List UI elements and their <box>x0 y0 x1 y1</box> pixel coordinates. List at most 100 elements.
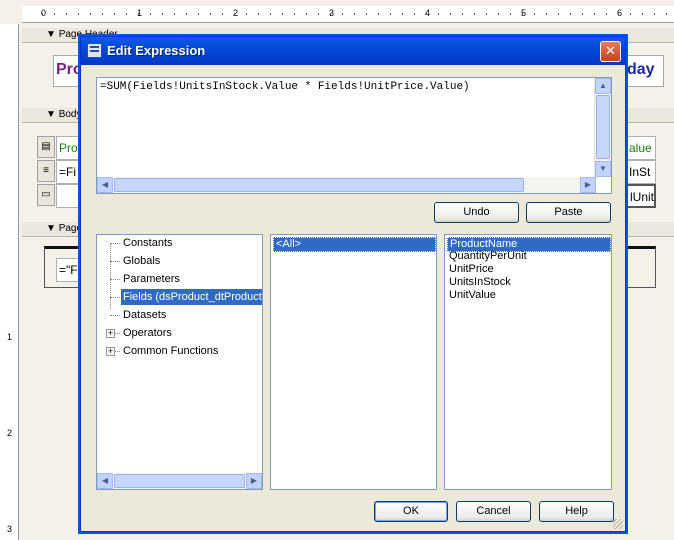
ruler-tick <box>534 13 535 15</box>
expression-horizontal-scrollbar[interactable]: ◀ ▶ <box>97 177 596 193</box>
ruler-tick <box>186 13 187 15</box>
close-button[interactable]: ✕ <box>600 41 621 62</box>
table-cell[interactable]: =Fi <box>56 160 82 184</box>
footer-textbox[interactable]: ="F <box>56 258 82 282</box>
dialog-app-icon <box>87 43 102 58</box>
table-cell[interactable]: alue <box>626 136 656 160</box>
ok-button[interactable]: OK <box>374 501 448 522</box>
tree-item-constants[interactable]: Constants <box>97 235 262 251</box>
ruler-tick <box>462 13 463 15</box>
expression-vertical-scrollbar[interactable]: ▲ ▼ <box>594 78 611 177</box>
ruler-tick <box>90 13 91 15</box>
band-arrow-icon: ▼ <box>46 109 56 120</box>
scroll-thumb[interactable] <box>596 95 610 159</box>
ruler-number: 2 <box>7 428 13 438</box>
list-item-all[interactable]: <All> <box>273 237 436 252</box>
scroll-thumb[interactable] <box>114 178 524 192</box>
arrow-left-icon: ◀ <box>101 476 109 485</box>
tree-item-datasets[interactable]: Datasets <box>97 307 262 323</box>
table-row-handle-header[interactable]: ▤ <box>37 136 55 158</box>
expand-plus-icon[interactable]: + <box>106 329 115 338</box>
table-cell-text: Pro <box>59 141 78 155</box>
arrow-right-icon: ▶ <box>584 180 592 189</box>
table-cell-text: alue <box>629 141 652 155</box>
ruler-tick <box>78 13 79 15</box>
ruler-tick <box>582 13 583 15</box>
list-item-unitsinstock[interactable]: UnitsInStock <box>447 276 513 289</box>
tree-item-parameters[interactable]: Parameters <box>97 271 262 287</box>
tree-item-label: Parameters <box>123 273 180 285</box>
scroll-right-button[interactable]: ▶ <box>246 473 262 489</box>
table-cell-text: lUnit <box>630 190 655 204</box>
tree-horizontal-scrollbar[interactable]: ◀ ▶ <box>97 473 262 489</box>
expression-text[interactable]: =SUM(Fields!UnitsInStock.Value * Fields!… <box>100 81 470 93</box>
subcategory-list[interactable]: <All> <box>270 234 437 490</box>
ruler-tick <box>54 13 55 15</box>
horizontal-ruler: 0 1 2 3 4 5 6 <box>22 6 674 23</box>
ruler-tick <box>114 13 115 15</box>
tree-item-globals[interactable]: Globals <box>97 253 262 269</box>
ruler-tick <box>282 13 283 15</box>
tree-item-label: Common Functions <box>123 345 219 357</box>
ruler-tick <box>642 13 643 15</box>
arrow-left-icon: ◀ <box>101 180 109 189</box>
ruler-tick <box>270 13 271 15</box>
ruler-tick <box>402 13 403 15</box>
scroll-left-button[interactable]: ◀ <box>97 473 113 489</box>
ruler-tick <box>222 13 223 15</box>
list-item-unitvalue[interactable]: UnitValue <box>447 289 498 302</box>
help-button[interactable]: Help <box>539 501 614 522</box>
field-list[interactable]: ProductName QuantityPerUnit UnitPrice Un… <box>444 234 612 490</box>
band-arrow-icon: ▼ <box>46 223 56 234</box>
tree-item-operators[interactable]: + Operators <box>97 325 262 341</box>
table-row-handle-footer[interactable]: ▭ <box>37 184 55 206</box>
ruler-tick <box>498 13 499 15</box>
resize-grip-icon[interactable] <box>613 519 623 529</box>
ruler-tick <box>654 13 655 15</box>
scroll-down-button[interactable]: ▼ <box>595 161 611 177</box>
ruler-tick <box>486 13 487 15</box>
close-icon: ✕ <box>605 43 616 58</box>
row-detail-icon: ≡ <box>43 165 49 176</box>
ruler-tick <box>378 13 379 15</box>
table-cell[interactable]: InSt <box>626 160 656 184</box>
dialog-title: Edit Expression <box>107 43 206 58</box>
list-item-unitprice[interactable]: UnitPrice <box>447 263 496 276</box>
undo-button[interactable]: Undo <box>434 202 519 223</box>
ruler-tick <box>174 13 175 15</box>
band-label: Body <box>58 109 82 120</box>
ruler-number: 1 <box>7 332 13 342</box>
header-textbox-right[interactable]: day <box>626 55 664 87</box>
ruler-tick <box>366 13 367 15</box>
scroll-thumb[interactable] <box>114 474 245 488</box>
expression-editor[interactable]: =SUM(Fields!UnitsInStock.Value * Fields!… <box>96 77 612 194</box>
ruler-tick <box>318 13 319 15</box>
ruler-tick <box>666 13 667 15</box>
ruler-tick <box>618 13 619 15</box>
cancel-button[interactable]: Cancel <box>456 501 531 522</box>
list-item-quantityperunit[interactable]: QuantityPerUnit <box>447 250 529 263</box>
row-footer-icon: ▭ <box>41 189 51 200</box>
table-cell[interactable]: Pro <box>56 136 82 160</box>
tree-item-label: Globals <box>123 255 161 267</box>
tree-item-fields[interactable]: Fields (dsProduct_dtProductL <box>97 289 262 305</box>
table-row-handle-detail[interactable]: ≡ <box>37 160 55 182</box>
ruler-tick <box>234 13 235 15</box>
ruler-tick <box>546 13 547 15</box>
tree-item-common-functions[interactable]: + Common Functions <box>97 343 262 359</box>
ruler-tick <box>438 13 439 15</box>
category-tree[interactable]: Constants Globals Parameters Fields (dsP… <box>96 234 263 490</box>
scroll-up-button[interactable]: ▲ <box>595 78 611 94</box>
ruler-tick <box>102 13 103 15</box>
ruler-tick <box>162 13 163 15</box>
expand-plus-icon[interactable]: + <box>106 347 115 356</box>
scroll-right-button[interactable]: ▶ <box>580 177 596 193</box>
table-cell-selected[interactable]: lUnit <box>626 184 656 208</box>
ruler-tick <box>558 13 559 15</box>
table-cell[interactable] <box>56 184 82 208</box>
ruler-tick <box>474 13 475 15</box>
paste-button[interactable]: Paste <box>526 202 611 223</box>
scroll-left-button[interactable]: ◀ <box>97 177 113 193</box>
dialog-title-bar[interactable]: Edit Expression ✕ <box>81 37 625 65</box>
ruler-tick <box>258 13 259 15</box>
